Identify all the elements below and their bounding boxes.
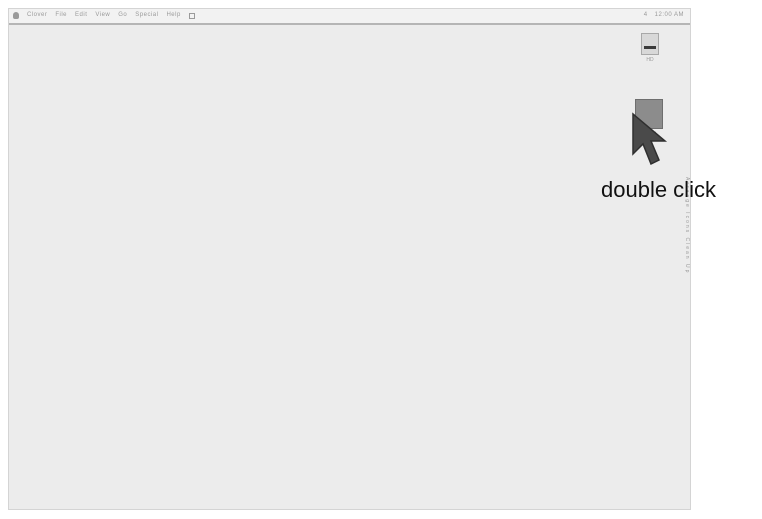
menu-go[interactable]: Go [118,12,127,19]
hard-disk-label: HD [646,57,654,63]
hard-disk-icon [641,33,659,55]
apple-icon[interactable] [13,12,19,19]
menu-help[interactable]: Help [166,12,180,19]
menu-special[interactable]: Special [135,12,158,19]
menu-clover[interactable]: Clover [27,12,47,19]
menu-items: Clover File Edit View Go Special Help [13,12,195,19]
hard-disk-desktop-icon[interactable]: HD [637,33,663,63]
double-click-annotation: double click [601,177,716,202]
application-menu-icon[interactable] [188,12,195,19]
menu-bar: Clover File Edit View Go Special Help 4 … [9,9,690,25]
menu-view[interactable]: View [95,12,110,19]
menu-extra[interactable]: 4 [644,12,648,19]
arrow-cursor-icon [632,112,668,166]
side-text-strip: Arrange Icons Clean Up [684,177,692,387]
menu-file[interactable]: File [55,12,67,19]
menu-clock: 12:00 AM [654,12,684,18]
menu-bar-right: 4 12:00 AM [644,12,684,19]
menu-edit[interactable]: Edit [75,12,87,19]
desktop-screen: Clover File Edit View Go Special Help 4 … [8,8,691,510]
